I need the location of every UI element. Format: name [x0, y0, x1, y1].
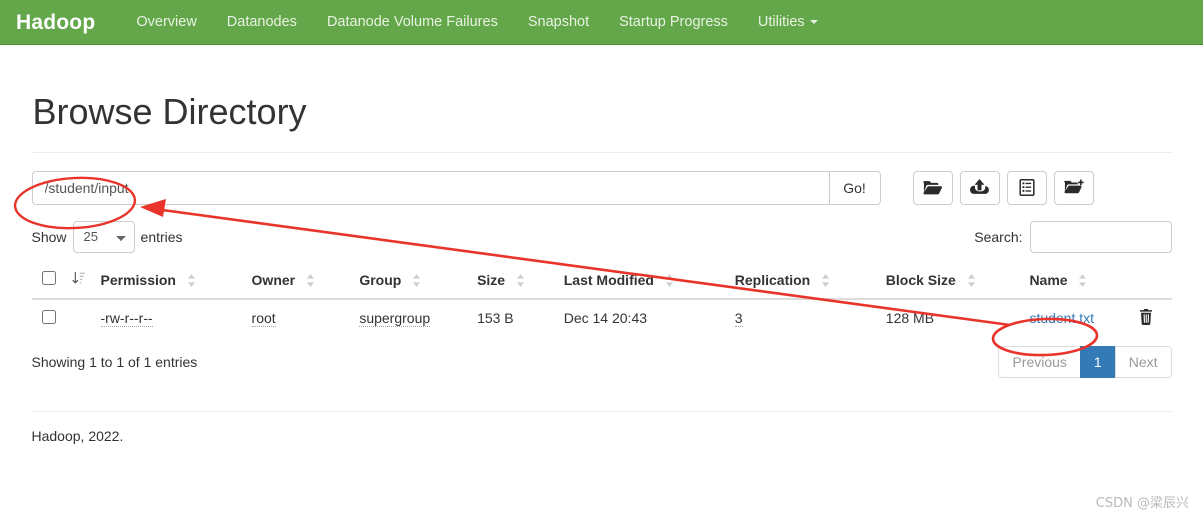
directory-path-input[interactable]: [31, 170, 829, 205]
column-select-all[interactable]: [31, 262, 64, 300]
permission-value[interactable]: -rw-r--r--: [100, 310, 153, 328]
nav-item-snapshot[interactable]: Snapshot: [513, 0, 604, 45]
show-label: Show: [31, 228, 67, 245]
sort-icon-name: [1078, 273, 1087, 288]
files-table-head: Permission Owner Group Size Last Modifie…: [31, 262, 1172, 300]
nav-item-startup-progress[interactable]: Startup Progress: [604, 0, 743, 45]
nav-item-datanodes[interactable]: Datanodes: [212, 0, 312, 45]
nav-item-utilities-label: Utilities: [757, 13, 805, 30]
column-header-replication[interactable]: Replication: [726, 262, 878, 300]
column-header-actions: [1130, 262, 1172, 300]
file-name-link[interactable]: student.txt: [1029, 310, 1094, 326]
brand-hadoop[interactable]: Hadoop: [16, 0, 95, 45]
title-divider: [31, 151, 1172, 153]
open-folder-icon-button[interactable]: [912, 170, 953, 205]
sort-icon-owner: [306, 273, 315, 288]
upload-icon-button[interactable]: [959, 170, 1000, 205]
search-label: Search:: [974, 228, 1023, 245]
column-label-last-modified: Last Modified: [563, 271, 654, 288]
cell-name[interactable]: student.txt: [1021, 299, 1130, 337]
column-header-last-modified[interactable]: Last Modified: [555, 262, 727, 300]
sort-icon-group: [412, 273, 421, 288]
table-footer: Showing 1 to 1 of 1 entries Previous 1 N…: [31, 345, 1172, 378]
column-label-permission: Permission: [100, 271, 176, 288]
nav-item-utilities[interactable]: Utilities: [743, 0, 833, 45]
go-button[interactable]: Go!: [828, 170, 881, 205]
row-checkbox[interactable]: [41, 309, 56, 324]
cell-owner[interactable]: root: [244, 299, 352, 337]
column-header-size[interactable]: Size: [469, 262, 556, 300]
upload-icon: [970, 179, 989, 196]
column-header-owner[interactable]: Owner: [243, 262, 352, 300]
column-label-size: Size: [477, 271, 506, 288]
new-folder-icon-button[interactable]: [1053, 170, 1094, 205]
files-table-header-row: Permission Owner Group Size Last Modifie…: [31, 262, 1172, 300]
replication-value[interactable]: 3: [734, 310, 743, 328]
top-navbar: Hadoop Overview Datanodes Datanode Volum…: [0, 0, 1203, 45]
files-table: Permission Owner Group Size Last Modifie…: [31, 262, 1172, 337]
nav-item-datanode-volume-failures[interactable]: Datanode Volume Failures: [312, 0, 513, 45]
sort-icon-replication: [821, 273, 830, 288]
cell-size: 153 B: [477, 310, 514, 327]
footer-divider: [31, 410, 1172, 412]
cell-actions[interactable]: [1131, 299, 1172, 337]
open-folder-icon: [923, 180, 942, 196]
cell-permission[interactable]: -rw-r--r--: [93, 299, 244, 337]
footer-text: Hadoop, 2022.: [31, 427, 124, 444]
cell-last-modified: Dec 14 20:43: [563, 310, 648, 327]
cell-replication[interactable]: 3: [727, 299, 878, 337]
column-label-group: Group: [359, 271, 402, 288]
table-row[interactable]: -rw-r--r-- root supergroup 153 B Dec 14 …: [32, 299, 1172, 337]
caret-down-icon: [809, 19, 818, 24]
table-info: Showing 1 to 1 of 1 entries: [31, 353, 198, 370]
cell-block-size: 128 MB: [885, 310, 935, 327]
column-label-owner: Owner: [251, 271, 296, 288]
list-icon-button[interactable]: [1006, 170, 1047, 205]
search-control: Search:: [974, 220, 1172, 253]
watermark: CSDN @梁辰兴: [1095, 496, 1189, 511]
owner-value[interactable]: root: [251, 310, 276, 328]
column-label-block-size: Block Size: [885, 271, 956, 288]
trash-icon[interactable]: [1139, 308, 1153, 328]
directory-tools-toolbar: [912, 170, 1094, 205]
sort-icon-block-size: [967, 273, 976, 288]
column-header-group[interactable]: Group: [351, 262, 470, 300]
column-sort-amount[interactable]: [63, 262, 93, 300]
page-title: Browse Directory: [32, 91, 307, 132]
cell-group[interactable]: supergroup: [351, 299, 469, 337]
nav-item-overview[interactable]: Overview: [121, 0, 211, 45]
row-select-cell[interactable]: [32, 299, 64, 337]
pagination-page-1[interactable]: 1: [1079, 345, 1116, 378]
sort-icon-permission: [187, 273, 196, 288]
new-folder-icon: [1063, 179, 1084, 196]
sort-icon-size: [516, 273, 525, 288]
pagination: Previous 1 Next: [998, 345, 1172, 378]
group-value[interactable]: supergroup: [359, 310, 431, 328]
pagination-next[interactable]: Next: [1114, 345, 1172, 378]
path-bar-row: Go!: [31, 170, 1172, 205]
list-icon: [1018, 179, 1035, 197]
path-input-group: Go!: [31, 170, 881, 205]
column-header-block-size[interactable]: Block Size: [877, 262, 1022, 300]
column-header-permission[interactable]: Permission: [92, 262, 244, 300]
pagination-previous[interactable]: Previous: [998, 345, 1081, 378]
nav-links: Overview Datanodes Datanode Volume Failu…: [121, 0, 832, 45]
sort-icon-last-modified: [665, 273, 674, 288]
page-length-control: Show 25 50 100 entries: [31, 220, 183, 253]
main-container: Browse Directory Go!: [17, 92, 1187, 444]
search-input[interactable]: [1029, 220, 1172, 253]
column-header-name[interactable]: Name: [1021, 262, 1131, 300]
table-controls-row: Show 25 50 100 entries Search:: [31, 220, 1172, 253]
files-table-body: -rw-r--r-- root supergroup 153 B Dec 14 …: [32, 299, 1172, 337]
column-label-name: Name: [1029, 271, 1068, 288]
entries-label: entries: [140, 228, 183, 245]
row-spacer-cell: [64, 299, 93, 337]
page-length-select[interactable]: 25 50 100: [72, 220, 135, 253]
sort-amount-icon: [71, 271, 85, 288]
select-all-checkbox[interactable]: [41, 270, 56, 285]
column-label-replication: Replication: [734, 271, 811, 288]
